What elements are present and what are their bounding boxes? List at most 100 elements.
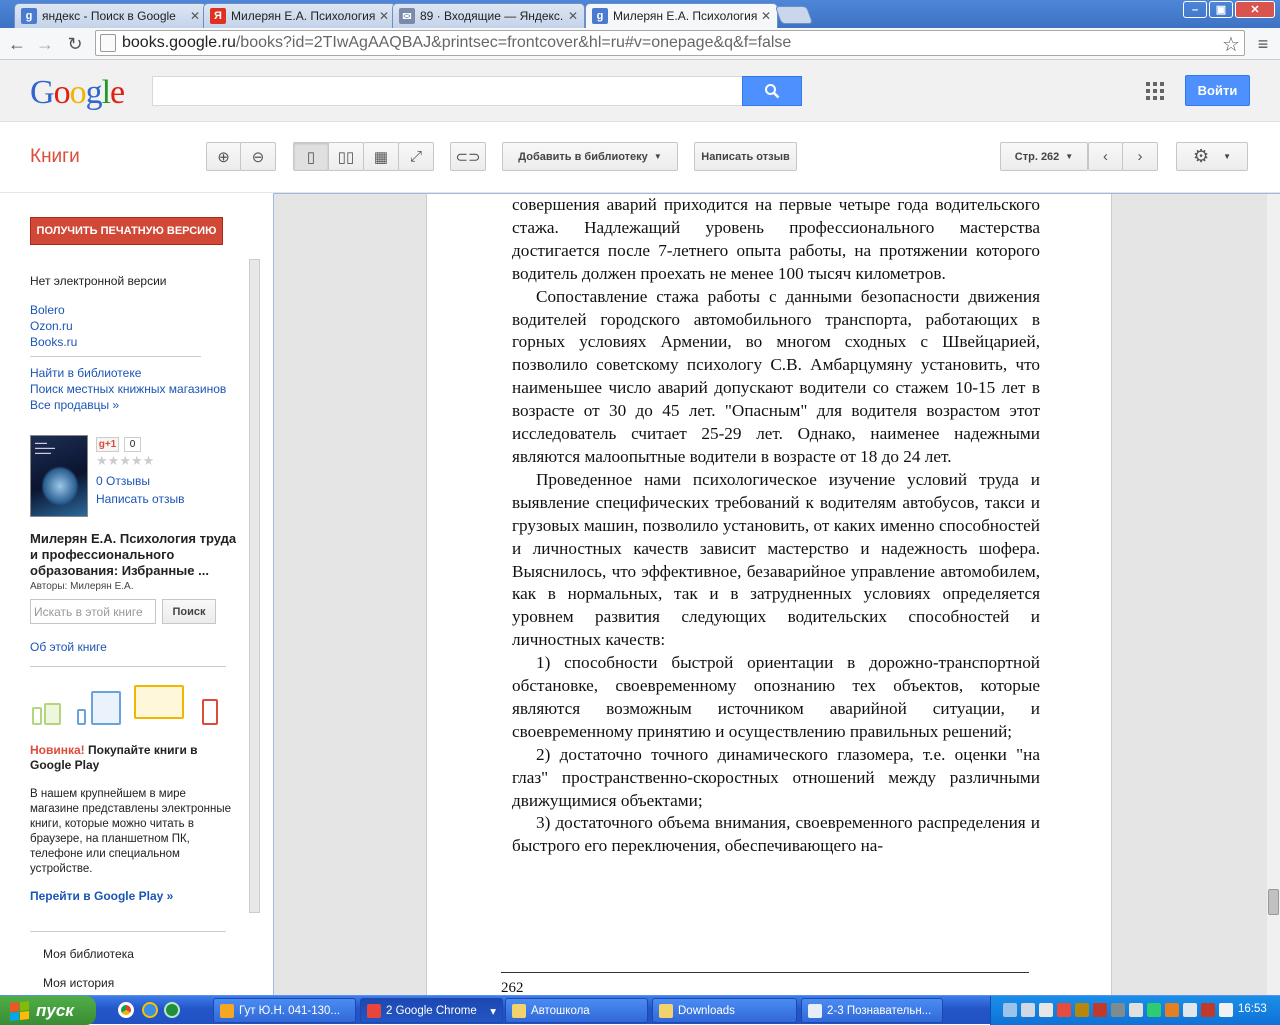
zoom-in-icon: ⊕ — [217, 148, 230, 166]
maximize-button[interactable]: ▣ — [1209, 1, 1233, 18]
link-button[interactable]: ⊂⊃ — [450, 142, 486, 171]
search-icon — [765, 84, 780, 99]
google-search-input[interactable] — [152, 76, 743, 106]
tray-icon[interactable] — [1057, 1003, 1071, 1017]
address-bar[interactable]: books.google.ru/books?id=2TIwAgAAQBAJ&pr… — [95, 30, 1245, 56]
page-select-button[interactable]: Стр. 262 ▼ — [1000, 142, 1088, 171]
books-title[interactable]: Книги — [30, 146, 80, 168]
star-icon: ★ — [142, 453, 155, 468]
all-sellers-link[interactable]: Все продавцы » — [30, 398, 119, 412]
volume-icon[interactable] — [1219, 1003, 1233, 1017]
tray-icon[interactable] — [1093, 1003, 1107, 1017]
tab-mileryan-1[interactable]: Я Милерян Е.А. Психология т ✕ — [203, 3, 396, 28]
tab-yandex-search[interactable]: g яндекс - Поиск в Google ✕ — [14, 3, 207, 28]
viewer-scrollbar-thumb[interactable] — [1268, 889, 1279, 915]
chrome-menu-icon[interactable]: ≡ — [1250, 32, 1276, 56]
logo-letter: l — [101, 74, 112, 111]
tray-icon[interactable] — [1039, 1003, 1053, 1017]
my-history-link[interactable]: Моя история — [43, 976, 114, 990]
tray-icon[interactable] — [1201, 1003, 1215, 1017]
tray-icon[interactable] — [1165, 1003, 1179, 1017]
google-plus-one-button[interactable]: g+1 — [96, 437, 119, 452]
quicklaunch-icon[interactable] — [164, 1002, 180, 1018]
page-footer-rule — [501, 972, 1029, 973]
settings-button[interactable]: ⚙ ▼ — [1176, 142, 1248, 171]
tray-icon[interactable] — [1003, 1003, 1017, 1017]
search-in-book-input[interactable]: Искать в этой книге — [30, 599, 156, 624]
about-book-link[interactable]: Об этой книге — [30, 640, 107, 654]
tray-icon[interactable] — [1021, 1003, 1035, 1017]
close-tab-icon[interactable]: ✕ — [379, 9, 389, 23]
page-paragraph: 2) достаточно точного динамического глаз… — [512, 744, 1040, 810]
back-arrow-icon[interactable]: ← — [4, 32, 30, 56]
sidebar-scrollbar[interactable] — [249, 259, 260, 913]
divider — [30, 356, 201, 357]
tray-icon[interactable] — [1147, 1003, 1161, 1017]
google-logo[interactable]: Google — [30, 74, 125, 112]
zoom-in-button[interactable]: ⊕ — [206, 142, 241, 171]
bookmark-star-icon[interactable]: ☆ — [1218, 32, 1244, 56]
close-window-button[interactable]: ✕ — [1235, 1, 1275, 18]
store-link-bolero[interactable]: Bolero — [30, 303, 65, 317]
two-page-icon: ▯▯ — [337, 148, 355, 166]
find-in-library-link[interactable]: Найти в библиотеке — [30, 366, 141, 380]
close-tab-icon[interactable]: ✕ — [761, 9, 771, 23]
browser-toolbar: ← → ↻ books.google.ru/books?id=2TIwAgAAQ… — [0, 28, 1280, 60]
task-chrome[interactable]: 2 Google Chrome ▾ — [360, 998, 503, 1023]
google-search-button[interactable] — [742, 76, 802, 106]
book-viewer[interactable]: совершения аварий приходится на первые ч… — [273, 193, 1280, 996]
page-paragraph: 3) достаточного объема внимания, своевре… — [512, 813, 1040, 856]
search-in-book-button[interactable]: Поиск — [162, 599, 216, 624]
two-page-view-button[interactable]: ▯▯ — [328, 142, 364, 171]
local-stores-link[interactable]: Поиск местных книжных магазинов — [30, 382, 226, 396]
task-document[interactable]: Гут Ю.Н. 041-130... — [213, 998, 356, 1023]
forward-arrow-icon[interactable]: → — [32, 32, 58, 56]
tray-icon[interactable] — [1183, 1003, 1197, 1017]
no-ebook-text: Нет электронной версии — [30, 274, 167, 288]
logo-letter: G — [30, 74, 55, 111]
tray-icon[interactable] — [1075, 1003, 1089, 1017]
minimize-button[interactable]: – — [1183, 1, 1207, 18]
my-library-link[interactable]: Моя библиотека — [43, 947, 134, 961]
thumbnail-view-button[interactable]: ▦ — [363, 142, 399, 171]
ie-icon[interactable] — [142, 1002, 158, 1018]
tab-mileryan-active[interactable]: g Милерян Е.А. Психология т ✕ — [585, 3, 778, 28]
star-icon: ★ — [119, 453, 131, 468]
write-review-button[interactable]: Написать отзыв — [694, 142, 797, 171]
yandex-icon: Я — [210, 8, 226, 24]
google-g-icon: g — [592, 8, 608, 24]
task-word[interactable]: 2-3 Познавательн... — [801, 998, 943, 1023]
google-play-promo-title: Новинка! Покупайте книги в Google Play — [30, 743, 230, 773]
go-to-google-play-link[interactable]: Перейти в Google Play » — [30, 889, 173, 903]
tray-icon[interactable] — [1129, 1003, 1143, 1017]
book-cover-image[interactable]: ▬▬▬ ▬▬▬▬▬ ▬▬▬▬ — [30, 435, 88, 517]
task-downloads[interactable]: Downloads — [652, 998, 797, 1023]
task-label: 2 Google Chrome — [386, 1004, 477, 1017]
reviews-link[interactable]: 0 Отзывы — [96, 474, 150, 488]
star-rating: ★★★★★ — [96, 453, 154, 469]
close-tab-icon[interactable]: ✕ — [190, 9, 200, 23]
get-print-version-button[interactable]: ПОЛУЧИТЬ ПЕЧАТНУЮ ВЕРСИЮ — [30, 217, 223, 245]
reload-icon[interactable]: ↻ — [62, 32, 88, 56]
single-page-view-button[interactable]: ▯ — [293, 142, 329, 171]
tray-icon[interactable] — [1111, 1003, 1125, 1017]
signin-button[interactable]: Войти — [1185, 75, 1250, 106]
store-link-ozon[interactable]: Ozon.ru — [30, 319, 73, 333]
task-autoschool[interactable]: Автошкола — [505, 998, 648, 1023]
chevron-down-icon[interactable]: ▾ — [490, 1004, 496, 1018]
add-to-library-button[interactable]: Добавить в библиотеку ▼ — [502, 142, 678, 171]
chrome-icon[interactable] — [118, 1002, 134, 1018]
prev-page-button[interactable]: ‹ — [1088, 142, 1123, 171]
zoom-out-button[interactable]: ⊖ — [240, 142, 276, 171]
chevron-down-icon: ▼ — [653, 152, 662, 161]
store-link-books[interactable]: Books.ru — [30, 335, 77, 349]
viewer-scrollbar[interactable] — [1267, 194, 1280, 996]
new-tab-button[interactable] — [774, 6, 814, 24]
start-button[interactable]: пуск — [0, 996, 96, 1025]
fullscreen-button[interactable]: ⤢ — [398, 142, 434, 171]
tab-yandex-mail[interactable]: ✉ 89 · Входящие — Яндекс.П ✕ — [392, 3, 585, 28]
write-review-link[interactable]: Написать отзыв — [96, 492, 184, 506]
next-page-button[interactable]: › — [1122, 142, 1158, 171]
close-tab-icon[interactable]: ✕ — [568, 9, 578, 23]
apps-grid-icon[interactable] — [1146, 82, 1164, 100]
